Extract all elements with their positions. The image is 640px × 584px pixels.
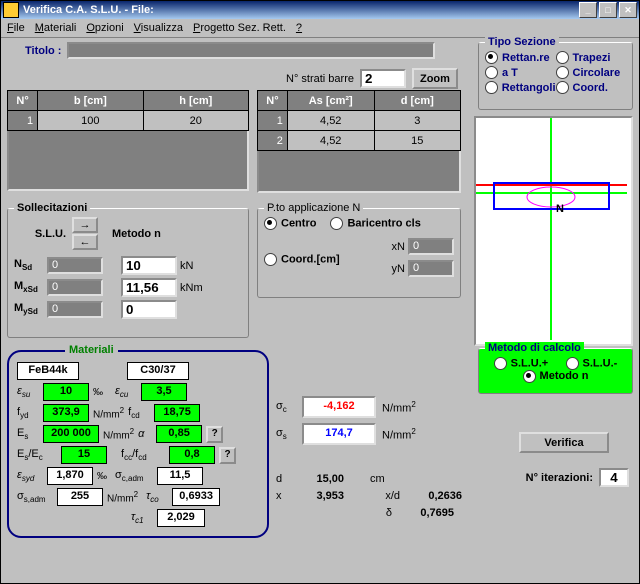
table-row[interactable]: 24,5215: [258, 131, 461, 151]
app-icon: [3, 2, 19, 18]
menu-visualizza[interactable]: Visualizza: [134, 22, 183, 34]
strati-input[interactable]: [360, 69, 406, 88]
tipo-sezione-legend: Tipo Sezione: [485, 36, 559, 48]
menu-progetto[interactable]: Progetto Sez. Rett.: [193, 22, 286, 34]
preview-n-label: N: [556, 203, 564, 215]
mcal-legend: Metodo di calcolo: [485, 342, 584, 354]
strati-label: N° strati barre: [286, 73, 354, 85]
iter-label: N° iterazioni:: [526, 472, 593, 484]
pto-legend: P.to applicazione N: [264, 202, 363, 214]
section-preview: N: [474, 116, 633, 346]
mysd-input[interactable]: 0: [47, 301, 103, 318]
radio-trapezi[interactable]: Trapezi: [556, 51, 627, 64]
titolo-input[interactable]: [67, 42, 435, 59]
radio-rettanre[interactable]: Rettan.re: [485, 51, 556, 64]
table-row[interactable]: 110020: [8, 111, 249, 131]
radio-circolare[interactable]: Circolare: [556, 66, 627, 79]
radio-aT[interactable]: a T: [485, 66, 556, 79]
radio-slu-minus[interactable]: S.L.U.-: [566, 357, 618, 370]
maximize-button[interactable]: □: [599, 2, 617, 18]
minimize-button[interactable]: _: [579, 2, 597, 18]
menu-opzioni[interactable]: Opzioni: [86, 22, 123, 34]
geometry-table[interactable]: N°b [cm]h [cm] 110020: [7, 90, 249, 131]
rebar-table[interactable]: N°As [cm²]d [cm] 14,523 24,5215: [257, 90, 461, 151]
titlebar: Verifica C.A. S.L.U. - File: _ □ ✕: [1, 1, 639, 19]
zoom-button[interactable]: Zoom: [412, 68, 458, 89]
help-fcc-button[interactable]: ?: [219, 447, 236, 464]
pto-applicazione-group: P.to applicazione N Centro Baricentro cl…: [257, 208, 461, 298]
sigma-s-value: 174,7: [302, 423, 376, 445]
concrete-box[interactable]: C30/37: [127, 362, 189, 380]
metodo-calcolo-group: Metodo di calcolo S.L.U.+ S.L.U.- Metodo…: [478, 348, 633, 394]
iter-input[interactable]: [599, 468, 629, 487]
window-title: Verifica C.A. S.L.U. - File:: [23, 4, 154, 16]
table-row[interactable]: 14,523: [258, 111, 461, 131]
val3-input[interactable]: [121, 300, 177, 319]
menu-materiali[interactable]: Materiali: [35, 22, 77, 34]
arrow-right-button[interactable]: →: [72, 217, 98, 233]
yn-input[interactable]: 0: [408, 260, 454, 277]
mxsd-input[interactable]: 0: [47, 279, 103, 296]
steel-box[interactable]: FeB44k: [17, 362, 79, 380]
materiali-legend: Materiali: [65, 344, 118, 356]
close-button[interactable]: ✕: [619, 2, 637, 18]
materiali-group: Materiali FeB44k C30/37 εsu10‰ εcu3,5 fy…: [7, 350, 269, 538]
menu-help[interactable]: ?: [296, 22, 302, 34]
radio-rettangoli[interactable]: Rettangoli: [485, 81, 556, 94]
tipo-sezione-group: Tipo Sezione Rettan.re Trapezi a T Circo…: [478, 42, 633, 110]
kn-input[interactable]: [121, 256, 177, 275]
sollecitazioni-group: Sollecitazioni S.L.U. → ← Metodo n NSd 0…: [7, 208, 249, 338]
help-alpha-button[interactable]: ?: [206, 426, 223, 443]
radio-coord-cm[interactable]: Coord.[cm]: [264, 253, 340, 266]
menu-file[interactable]: File: [7, 22, 25, 34]
radio-baricentro[interactable]: Baricentro cls: [330, 217, 420, 230]
knm-input[interactable]: [121, 278, 177, 297]
radio-slu-plus[interactable]: S.L.U.+: [494, 357, 549, 370]
nsd-input[interactable]: 0: [47, 257, 103, 274]
radio-metodo-n[interactable]: Metodo n: [523, 370, 589, 382]
soll-legend: Sollecitazioni: [14, 202, 90, 214]
sigma-c-value: -4,162: [302, 396, 376, 418]
radio-coord[interactable]: Coord.: [556, 81, 627, 94]
radio-centro[interactable]: Centro: [264, 217, 316, 230]
verifica-button[interactable]: Verifica: [519, 432, 609, 453]
titolo-label: Titolo :: [7, 45, 61, 57]
arrow-left-button[interactable]: ←: [72, 234, 98, 250]
xn-input[interactable]: 0: [408, 238, 454, 255]
